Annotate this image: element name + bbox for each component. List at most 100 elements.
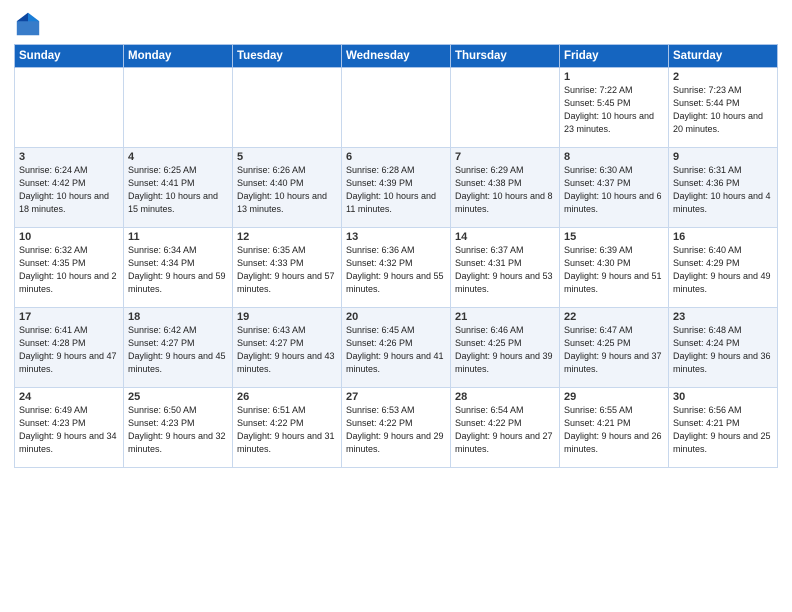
day-number: 9 xyxy=(673,151,773,163)
calendar-cell: 15Sunrise: 6:39 AM Sunset: 4:30 PM Dayli… xyxy=(560,228,669,308)
calendar-cell: 4Sunrise: 6:25 AM Sunset: 4:41 PM Daylig… xyxy=(124,148,233,228)
day-info: Sunrise: 6:35 AM Sunset: 4:33 PM Dayligh… xyxy=(237,244,337,296)
day-number: 6 xyxy=(346,151,446,163)
calendar-cell: 6Sunrise: 6:28 AM Sunset: 4:39 PM Daylig… xyxy=(342,148,451,228)
day-info: Sunrise: 6:45 AM Sunset: 4:26 PM Dayligh… xyxy=(346,324,446,376)
day-info: Sunrise: 6:26 AM Sunset: 4:40 PM Dayligh… xyxy=(237,164,337,216)
calendar-week-row: 10Sunrise: 6:32 AM Sunset: 4:35 PM Dayli… xyxy=(15,228,778,308)
day-info: Sunrise: 6:36 AM Sunset: 4:32 PM Dayligh… xyxy=(346,244,446,296)
calendar-cell: 17Sunrise: 6:41 AM Sunset: 4:28 PM Dayli… xyxy=(15,308,124,388)
calendar-cell xyxy=(124,68,233,148)
day-number: 29 xyxy=(564,391,664,403)
calendar-cell: 30Sunrise: 6:56 AM Sunset: 4:21 PM Dayli… xyxy=(669,388,778,468)
day-info: Sunrise: 6:41 AM Sunset: 4:28 PM Dayligh… xyxy=(19,324,119,376)
day-number: 19 xyxy=(237,311,337,323)
calendar-cell: 2Sunrise: 7:23 AM Sunset: 5:44 PM Daylig… xyxy=(669,68,778,148)
day-info: Sunrise: 6:43 AM Sunset: 4:27 PM Dayligh… xyxy=(237,324,337,376)
day-info: Sunrise: 6:47 AM Sunset: 4:25 PM Dayligh… xyxy=(564,324,664,376)
calendar-cell: 12Sunrise: 6:35 AM Sunset: 4:33 PM Dayli… xyxy=(233,228,342,308)
day-number: 2 xyxy=(673,71,773,83)
calendar-cell: 25Sunrise: 6:50 AM Sunset: 4:23 PM Dayli… xyxy=(124,388,233,468)
calendar-cell: 21Sunrise: 6:46 AM Sunset: 4:25 PM Dayli… xyxy=(451,308,560,388)
calendar-cell: 7Sunrise: 6:29 AM Sunset: 4:38 PM Daylig… xyxy=(451,148,560,228)
calendar-cell: 16Sunrise: 6:40 AM Sunset: 4:29 PM Dayli… xyxy=(669,228,778,308)
calendar-week-row: 1Sunrise: 7:22 AM Sunset: 5:45 PM Daylig… xyxy=(15,68,778,148)
day-number: 22 xyxy=(564,311,664,323)
day-info: Sunrise: 6:56 AM Sunset: 4:21 PM Dayligh… xyxy=(673,404,773,456)
day-info: Sunrise: 6:53 AM Sunset: 4:22 PM Dayligh… xyxy=(346,404,446,456)
calendar-table: SundayMondayTuesdayWednesdayThursdayFrid… xyxy=(14,44,778,468)
day-info: Sunrise: 6:42 AM Sunset: 4:27 PM Dayligh… xyxy=(128,324,228,376)
calendar-cell: 9Sunrise: 6:31 AM Sunset: 4:36 PM Daylig… xyxy=(669,148,778,228)
day-info: Sunrise: 6:30 AM Sunset: 4:37 PM Dayligh… xyxy=(564,164,664,216)
day-number: 17 xyxy=(19,311,119,323)
day-number: 16 xyxy=(673,231,773,243)
calendar-cell: 22Sunrise: 6:47 AM Sunset: 4:25 PM Dayli… xyxy=(560,308,669,388)
calendar-cell xyxy=(342,68,451,148)
weekday-header: Tuesday xyxy=(233,45,342,68)
day-info: Sunrise: 6:32 AM Sunset: 4:35 PM Dayligh… xyxy=(19,244,119,296)
calendar-cell: 29Sunrise: 6:55 AM Sunset: 4:21 PM Dayli… xyxy=(560,388,669,468)
day-number: 3 xyxy=(19,151,119,163)
day-info: Sunrise: 7:22 AM Sunset: 5:45 PM Dayligh… xyxy=(564,84,664,136)
day-info: Sunrise: 6:40 AM Sunset: 4:29 PM Dayligh… xyxy=(673,244,773,296)
day-number: 13 xyxy=(346,231,446,243)
day-info: Sunrise: 6:24 AM Sunset: 4:42 PM Dayligh… xyxy=(19,164,119,216)
calendar-cell: 27Sunrise: 6:53 AM Sunset: 4:22 PM Dayli… xyxy=(342,388,451,468)
day-number: 10 xyxy=(19,231,119,243)
weekday-header: Saturday xyxy=(669,45,778,68)
day-number: 8 xyxy=(564,151,664,163)
calendar-cell: 13Sunrise: 6:36 AM Sunset: 4:32 PM Dayli… xyxy=(342,228,451,308)
calendar-cell: 20Sunrise: 6:45 AM Sunset: 4:26 PM Dayli… xyxy=(342,308,451,388)
calendar-cell xyxy=(15,68,124,148)
day-number: 15 xyxy=(564,231,664,243)
weekday-header-row: SundayMondayTuesdayWednesdayThursdayFrid… xyxy=(15,45,778,68)
day-number: 25 xyxy=(128,391,228,403)
page-header xyxy=(14,10,778,38)
day-info: Sunrise: 6:49 AM Sunset: 4:23 PM Dayligh… xyxy=(19,404,119,456)
calendar-cell: 24Sunrise: 6:49 AM Sunset: 4:23 PM Dayli… xyxy=(15,388,124,468)
day-number: 12 xyxy=(237,231,337,243)
calendar-week-row: 17Sunrise: 6:41 AM Sunset: 4:28 PM Dayli… xyxy=(15,308,778,388)
day-number: 5 xyxy=(237,151,337,163)
weekday-header: Thursday xyxy=(451,45,560,68)
day-number: 7 xyxy=(455,151,555,163)
day-info: Sunrise: 6:50 AM Sunset: 4:23 PM Dayligh… xyxy=(128,404,228,456)
calendar-week-row: 3Sunrise: 6:24 AM Sunset: 4:42 PM Daylig… xyxy=(15,148,778,228)
day-info: Sunrise: 6:37 AM Sunset: 4:31 PM Dayligh… xyxy=(455,244,555,296)
weekday-header: Friday xyxy=(560,45,669,68)
day-info: Sunrise: 6:31 AM Sunset: 4:36 PM Dayligh… xyxy=(673,164,773,216)
calendar-cell: 14Sunrise: 6:37 AM Sunset: 4:31 PM Dayli… xyxy=(451,228,560,308)
day-info: Sunrise: 6:25 AM Sunset: 4:41 PM Dayligh… xyxy=(128,164,228,216)
day-number: 18 xyxy=(128,311,228,323)
day-info: Sunrise: 6:28 AM Sunset: 4:39 PM Dayligh… xyxy=(346,164,446,216)
day-number: 20 xyxy=(346,311,446,323)
calendar-cell: 11Sunrise: 6:34 AM Sunset: 4:34 PM Dayli… xyxy=(124,228,233,308)
day-number: 21 xyxy=(455,311,555,323)
day-number: 24 xyxy=(19,391,119,403)
logo xyxy=(14,10,46,38)
calendar-cell: 1Sunrise: 7:22 AM Sunset: 5:45 PM Daylig… xyxy=(560,68,669,148)
calendar-week-row: 24Sunrise: 6:49 AM Sunset: 4:23 PM Dayli… xyxy=(15,388,778,468)
weekday-header: Sunday xyxy=(15,45,124,68)
day-number: 26 xyxy=(237,391,337,403)
calendar-cell: 10Sunrise: 6:32 AM Sunset: 4:35 PM Dayli… xyxy=(15,228,124,308)
day-number: 27 xyxy=(346,391,446,403)
day-number: 11 xyxy=(128,231,228,243)
day-info: Sunrise: 7:23 AM Sunset: 5:44 PM Dayligh… xyxy=(673,84,773,136)
calendar-cell xyxy=(451,68,560,148)
weekday-header: Wednesday xyxy=(342,45,451,68)
calendar-cell: 26Sunrise: 6:51 AM Sunset: 4:22 PM Dayli… xyxy=(233,388,342,468)
day-number: 23 xyxy=(673,311,773,323)
calendar-cell: 3Sunrise: 6:24 AM Sunset: 4:42 PM Daylig… xyxy=(15,148,124,228)
day-info: Sunrise: 6:39 AM Sunset: 4:30 PM Dayligh… xyxy=(564,244,664,296)
day-info: Sunrise: 6:51 AM Sunset: 4:22 PM Dayligh… xyxy=(237,404,337,456)
calendar-cell xyxy=(233,68,342,148)
day-number: 4 xyxy=(128,151,228,163)
weekday-header: Monday xyxy=(124,45,233,68)
day-info: Sunrise: 6:46 AM Sunset: 4:25 PM Dayligh… xyxy=(455,324,555,376)
day-info: Sunrise: 6:55 AM Sunset: 4:21 PM Dayligh… xyxy=(564,404,664,456)
calendar-cell: 19Sunrise: 6:43 AM Sunset: 4:27 PM Dayli… xyxy=(233,308,342,388)
calendar-cell: 8Sunrise: 6:30 AM Sunset: 4:37 PM Daylig… xyxy=(560,148,669,228)
calendar-cell: 18Sunrise: 6:42 AM Sunset: 4:27 PM Dayli… xyxy=(124,308,233,388)
